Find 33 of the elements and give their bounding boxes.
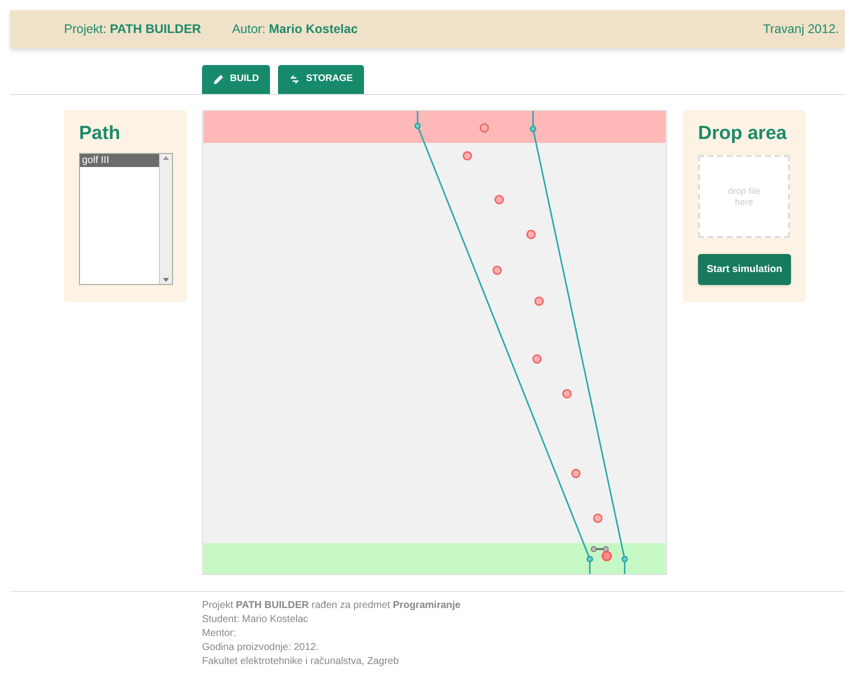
arrows-icon bbox=[289, 74, 300, 85]
waypoint bbox=[462, 151, 472, 161]
footer-text: Fakultet elektrotehnike i računalstva, Zagreb bbox=[202, 655, 399, 669]
date-text: Travanj 2012. bbox=[763, 20, 839, 38]
footer-text: Student: Mario Kostelac bbox=[202, 613, 308, 627]
canvas-area[interactable] bbox=[202, 110, 667, 575]
tab[interactable]: STORAGE bbox=[278, 65, 364, 94]
scroll-up-icon[interactable] bbox=[163, 156, 169, 160]
scrollbar[interactable] bbox=[159, 154, 172, 284]
waypoint bbox=[534, 296, 544, 306]
waypoint bbox=[562, 389, 572, 398]
footer-text: Mentor: bbox=[202, 627, 236, 641]
start-simulation-button[interactable]: Start simulation bbox=[698, 254, 791, 285]
waypoint bbox=[480, 123, 490, 133]
car-marker bbox=[590, 546, 609, 552]
waypoint bbox=[494, 194, 504, 204]
waypoint bbox=[602, 550, 612, 562]
project-title: Projekt: PATH BUILDER bbox=[64, 20, 202, 38]
waypoint bbox=[593, 514, 603, 523]
waypoint bbox=[532, 354, 542, 364]
tab[interactable]: BUILD bbox=[202, 65, 270, 94]
panel-title: Drop area bbox=[698, 122, 788, 146]
footer-text: Projekt PATH BUILDER rađen za predmet Programiranje bbox=[202, 599, 461, 613]
waypoint bbox=[526, 230, 536, 240]
path-list[interactable]: golf III bbox=[79, 153, 173, 285]
author-name: Autor: Mario Kostelac bbox=[232, 20, 358, 38]
panel-title: Path bbox=[79, 122, 122, 146]
pencil-icon bbox=[213, 74, 224, 85]
waypoint bbox=[571, 468, 581, 478]
path-list-item[interactable]: golf III bbox=[80, 154, 159, 167]
footer-text: Godina proizvodnje: 2012. bbox=[202, 641, 319, 655]
scroll-down-icon[interactable] bbox=[163, 278, 169, 282]
waypoint bbox=[492, 266, 502, 276]
